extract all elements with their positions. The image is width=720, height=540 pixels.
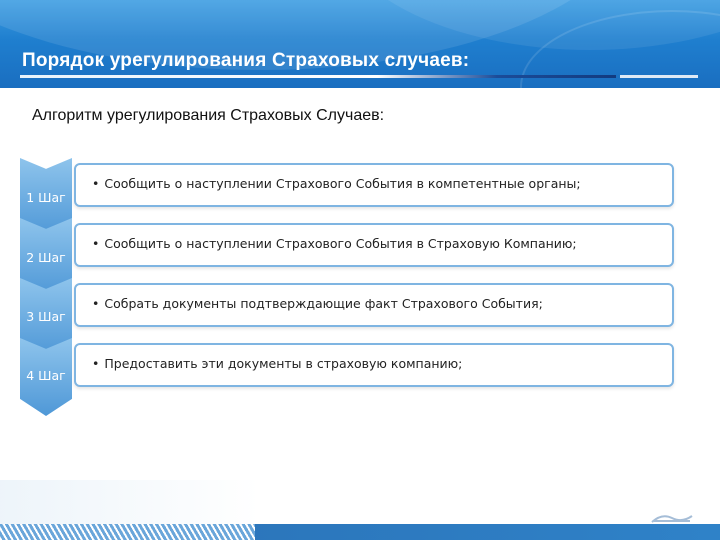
step-box: • Сообщить о наступлении Страхового Событ…: [74, 223, 674, 267]
bullet-icon: •: [92, 356, 100, 371]
step-text-line: • Собрать документы подтверждающие факт С…: [92, 296, 543, 311]
step-text-line: • Сообщить о наступлении Страхового Событ…: [92, 176, 581, 191]
step-box: • Предоставить эти документы в страховую …: [74, 343, 674, 387]
bullet-icon: •: [92, 236, 100, 251]
title-underline-accent: [620, 75, 698, 78]
bullet-icon: •: [92, 296, 100, 311]
step-text: Сообщить о наступлении Страхового Событи…: [104, 236, 577, 251]
header-band: Порядок урегулирования Страховых случаев…: [0, 0, 720, 88]
step-text: Предоставить эти документы в страховую к…: [104, 356, 463, 371]
footer-hatch-pattern: [0, 524, 255, 540]
slide-subtitle: Алгоритм урегулирования Страховых Случае…: [32, 107, 385, 124]
step-label: 3 Шаг: [26, 309, 66, 324]
step-text-line: • Предоставить эти документы в страховую …: [92, 356, 462, 371]
bullet-icon: •: [92, 176, 100, 191]
slide: Порядок урегулирования Страховых случаев…: [0, 0, 720, 540]
step-text: Собрать документы подтверждающие факт Ст…: [104, 296, 543, 311]
step-box: • Собрать документы подтверждающие факт С…: [74, 283, 674, 327]
footer-decor-fade: [0, 480, 260, 524]
step-text: Сообщить о наступлении Страхового Событи…: [104, 176, 581, 191]
step-label: 1 Шаг: [26, 190, 66, 205]
step-label: 2 Шаг: [26, 250, 66, 265]
title-underline: [20, 75, 616, 78]
step-box: • Сообщить о наступлении Страхового Событ…: [74, 163, 674, 207]
footer-logo-icon: [651, 515, 693, 523]
step-text-line: • Сообщить о наступлении Страхового Событ…: [92, 236, 577, 251]
step-label: 4 Шаг: [26, 368, 66, 383]
slide-title: Порядок урегулирования Страховых случаев…: [22, 50, 470, 71]
